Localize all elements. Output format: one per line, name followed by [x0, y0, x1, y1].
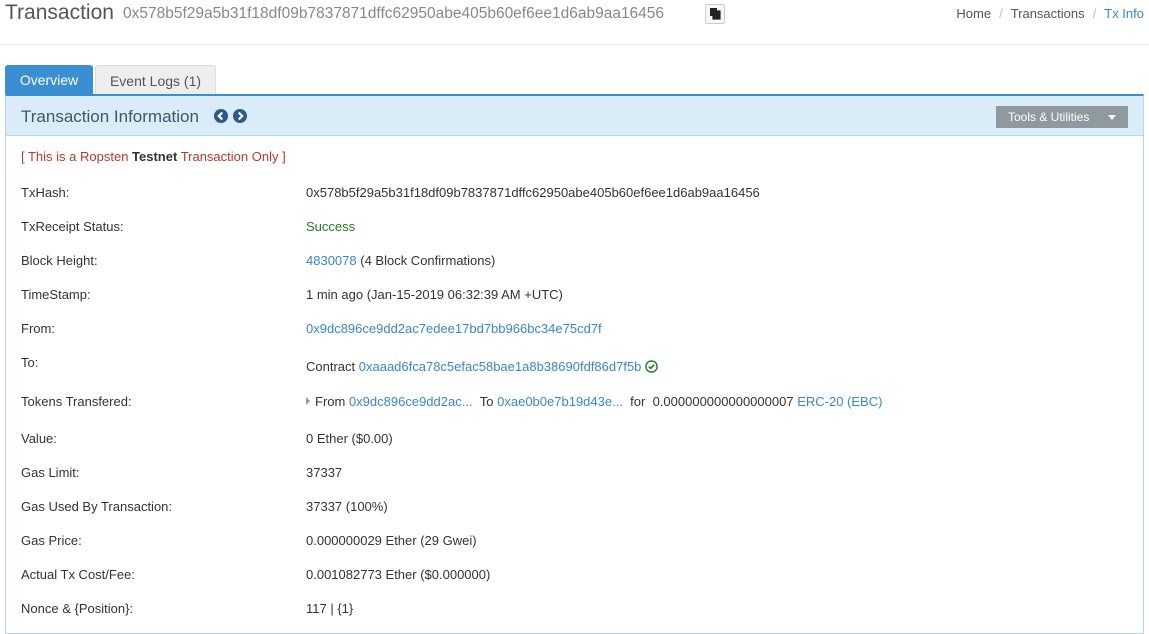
- value-label: Value:: [21, 431, 57, 446]
- breadcrumb: Home / Transactions / Tx Info: [956, 6, 1144, 22]
- token-name-link[interactable]: ERC-20 (EBC): [797, 394, 882, 409]
- gas-limit-value: 37337: [306, 465, 343, 480]
- contract-prefix: Contract: [306, 359, 359, 374]
- breadcrumb-separator: /: [999, 6, 1003, 21]
- breadcrumb-home[interactable]: Home: [956, 6, 991, 21]
- top-bar: Transaction 0x578b5f29a5b31f18df09b78378…: [0, 0, 1149, 45]
- token-to-link[interactable]: 0xae0b0e7b19d43e...: [497, 394, 623, 409]
- panel-header: Transaction Information Tools & Utilitie…: [6, 96, 1143, 136]
- timestamp-value: 1 min ago (Jan-15-2019 06:32:39 AM +UTC): [306, 287, 563, 302]
- chevron-right-icon: [237, 111, 244, 121]
- tokens-label: Tokens Transfered:: [21, 394, 132, 409]
- txhash-label: TxHash:: [21, 185, 70, 200]
- tab-event-logs[interactable]: Event Logs (1): [95, 65, 216, 95]
- check-circle-icon: [645, 360, 659, 373]
- gas-limit-label: Gas Limit:: [21, 465, 80, 480]
- status-value: Success: [306, 219, 356, 234]
- token-from-link[interactable]: 0x9dc896ce9dd2ac...: [349, 394, 473, 409]
- gas-used-label: Gas Used By Transaction:: [21, 499, 173, 514]
- block-height-value: 4830078 (4 Block Confirmations): [306, 253, 495, 269]
- txhash-value: 0x578b5f29a5b31f18df09b7837871dffc62950a…: [306, 185, 760, 200]
- page-hash: 0x578b5f29a5b31f18df09b7837871dffc62950a…: [123, 5, 665, 22]
- page-title: Transaction: [5, 1, 114, 24]
- nonce-value: 117 | {1}: [306, 601, 354, 616]
- token-amount: 0.000000000000000007: [652, 394, 794, 409]
- to-value: Contract 0xaaad6fca78c5efac58bae1a8b3869…: [306, 359, 659, 375]
- gas-price-value: 0.000000029 Ether (29 Gwei): [306, 533, 477, 548]
- next-transaction-button[interactable]: [233, 109, 247, 123]
- copy-button[interactable]: [705, 4, 725, 24]
- tools-utilities-label: Tools & Utilities: [1008, 110, 1090, 124]
- status-label: TxReceipt Status:: [21, 219, 124, 234]
- block-height-link[interactable]: 4830078: [306, 253, 357, 268]
- breadcrumb-transactions[interactable]: Transactions: [1011, 6, 1085, 21]
- tools-utilities-dropdown[interactable]: Tools & Utilities: [996, 106, 1128, 128]
- block-confirmations: (4 Block Confirmations): [356, 253, 496, 268]
- caret-right-icon: [306, 397, 310, 405]
- testnet-notice: [ This is a Ropsten Testnet Transaction …: [21, 149, 286, 164]
- prev-transaction-button[interactable]: [214, 109, 228, 123]
- block-height-label: Block Height:: [21, 253, 98, 268]
- tab-overview[interactable]: Overview: [5, 65, 93, 95]
- gas-price-label: Gas Price:: [21, 533, 82, 548]
- fee-value: 0.001082773 Ether ($0.000000): [306, 567, 491, 582]
- tokens-value: From 0x9dc896ce9dd2ac... To 0xae0b0e7b19…: [306, 394, 882, 410]
- breadcrumb-tx-info[interactable]: Tx Info: [1104, 6, 1144, 21]
- caret-down-icon: [1108, 115, 1116, 120]
- transaction-panel: Transaction Information Tools & Utilitie…: [5, 94, 1144, 634]
- panel-title: Transaction Information: [21, 107, 199, 126]
- copy-icon: [710, 8, 721, 20]
- breadcrumb-separator: /: [1092, 6, 1097, 21]
- gas-used-value: 37337 (100%): [306, 499, 388, 514]
- timestamp-label: TimeStamp:: [21, 287, 91, 302]
- fee-label: Actual Tx Cost/Fee:: [21, 567, 135, 582]
- to-label: To:: [21, 355, 39, 370]
- from-address-link[interactable]: 0x9dc896ce9dd2ac7edee17bd7bb966bc34e75cd…: [306, 321, 602, 337]
- from-label: From:: [21, 321, 55, 336]
- chevron-left-icon: [217, 111, 224, 121]
- nonce-label: Nonce & {Position}:: [21, 601, 134, 616]
- value-value: 0 Ether ($0.00): [306, 431, 393, 446]
- to-contract-link[interactable]: 0xaaad6fca78c5efac58bae1a8b38690fdf86d7f…: [359, 359, 642, 374]
